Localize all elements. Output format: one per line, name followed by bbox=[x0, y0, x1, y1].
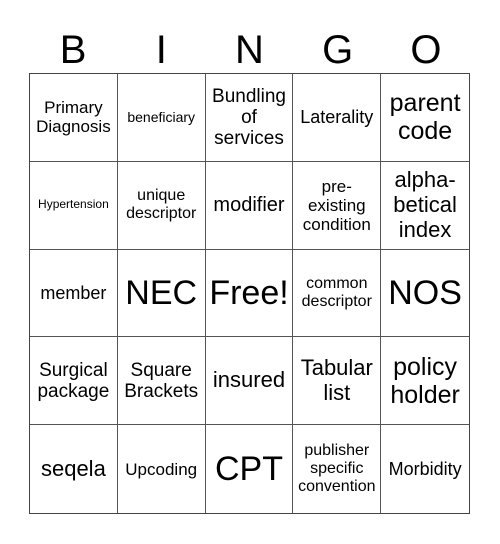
bingo-cell[interactable]: common descriptor bbox=[293, 249, 382, 338]
bingo-board: Primary Diagnosis beneficiary Bundling o… bbox=[29, 73, 470, 514]
bingo-cell[interactable]: Square Brackets bbox=[117, 337, 206, 426]
bingo-cell[interactable]: publisher specific convention bbox=[293, 425, 382, 513]
bingo-cell[interactable]: modifier bbox=[205, 161, 294, 250]
bingo-cell[interactable]: NEC bbox=[117, 249, 206, 338]
bingo-header: B I N G O bbox=[29, 28, 470, 72]
bingo-cell[interactable]: beneficiary bbox=[117, 74, 206, 162]
free-space-cell[interactable]: Free! bbox=[205, 249, 294, 338]
bingo-cell[interactable]: CPT bbox=[206, 425, 294, 513]
bingo-cell[interactable]: Hypertension bbox=[30, 161, 118, 250]
header-letter-b: B bbox=[59, 28, 87, 72]
bingo-cell[interactable]: Bundling of services bbox=[205, 74, 294, 162]
bingo-cell[interactable]: Laterality bbox=[293, 74, 382, 162]
bingo-cell[interactable]: seqela bbox=[30, 425, 118, 513]
bingo-cell[interactable]: alpha-betical index bbox=[381, 162, 469, 250]
bingo-cell[interactable]: member bbox=[30, 249, 118, 338]
header-letter-n: N bbox=[235, 28, 264, 72]
bingo-cell[interactable]: NOS bbox=[381, 250, 469, 338]
bingo-cell[interactable]: pre-existing condition bbox=[293, 161, 382, 250]
header-letter-i: I bbox=[155, 28, 167, 72]
bingo-cell[interactable]: Upcoding bbox=[118, 425, 206, 513]
bingo-cell[interactable]: Surgical package bbox=[30, 337, 118, 426]
bingo-cell[interactable]: Primary Diagnosis bbox=[30, 74, 118, 162]
bingo-cell[interactable]: Tabular list bbox=[293, 337, 382, 426]
bingo-cell[interactable]: unique descriptor bbox=[117, 161, 206, 250]
bingo-cell[interactable]: Morbidity bbox=[381, 425, 469, 513]
bingo-cell[interactable]: policy holder bbox=[381, 337, 469, 426]
header-letter-g: G bbox=[322, 28, 354, 72]
bingo-cell[interactable]: parent code bbox=[381, 74, 469, 162]
bingo-cell[interactable]: insured bbox=[205, 337, 294, 426]
header-letter-o: O bbox=[410, 28, 442, 72]
